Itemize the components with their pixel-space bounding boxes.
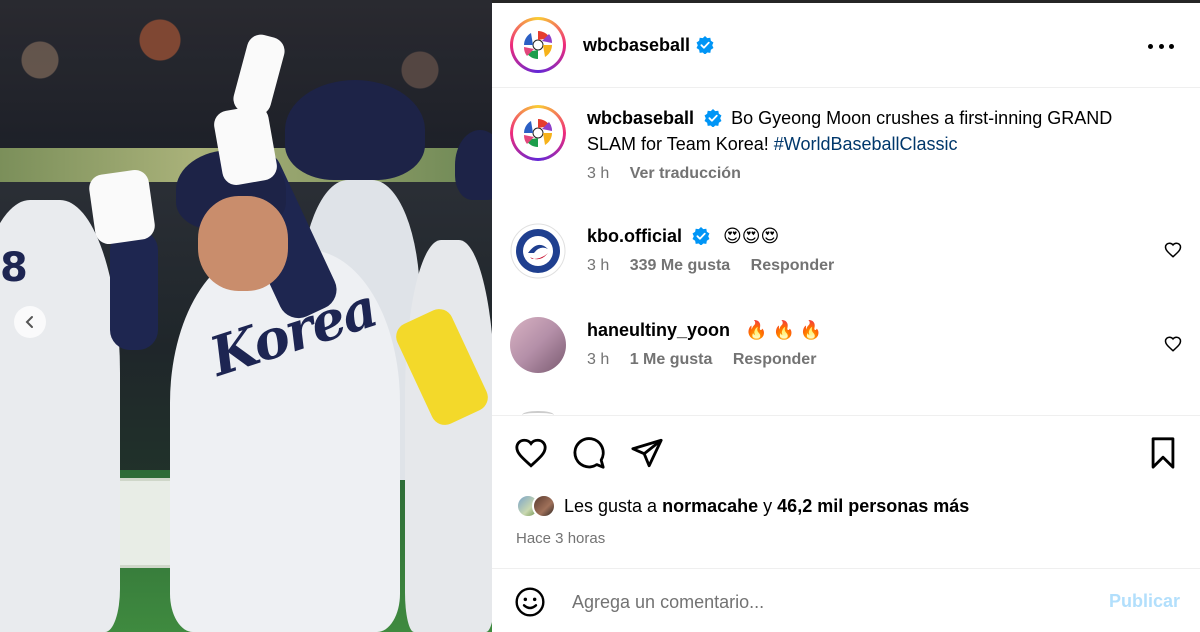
comment-time[interactable]: 3 h (587, 351, 609, 368)
reply-button[interactable]: Responder (751, 257, 835, 274)
post-timestamp[interactable]: Hace 3 horas (516, 530, 605, 547)
liked-by-user[interactable]: normacahe (662, 496, 758, 516)
chevron-left-icon (25, 316, 33, 328)
comment-input[interactable] (572, 587, 1072, 617)
comment-composer: Publicar (492, 568, 1200, 632)
instagram-post-view: Korea 8 wbcbaseball wbcbaseball Bo Gyeon… (0, 0, 1200, 632)
heart-icon[interactable] (514, 436, 548, 470)
likes-prefix: Les gusta a (564, 495, 658, 516)
bookmark-icon[interactable] (1146, 436, 1180, 470)
commenter-avatar[interactable] (510, 317, 566, 373)
author-username[interactable]: wbcbaseball (583, 35, 690, 56)
author-avatar[interactable] (510, 17, 566, 73)
verified-badge-icon (704, 109, 722, 127)
commenter-avatar[interactable] (510, 223, 566, 279)
verified-badge-icon (692, 227, 710, 245)
caption-time[interactable]: 3 h (587, 165, 609, 182)
more-options-button[interactable] (1148, 36, 1174, 56)
smiley-icon[interactable] (514, 586, 546, 618)
caption-avatar[interactable] (510, 105, 566, 161)
translate-link[interactable]: Ver traducción (630, 165, 741, 182)
liker-avatar (532, 494, 556, 518)
post-sidebar: wbcbaseball wbcbaseball Bo Gyeong Moon c… (492, 0, 1200, 632)
kbo-logo-icon (510, 223, 566, 279)
comment-time[interactable]: 3 h (587, 257, 609, 274)
more-horizontal-icon (1148, 43, 1153, 49)
commenter-username[interactable]: haneultiny_yoon (587, 320, 730, 340)
post-header: wbcbaseball (492, 3, 1200, 88)
comment-bubble-icon[interactable] (572, 436, 606, 470)
comment-like-heart-icon[interactable] (1164, 335, 1182, 353)
wbc-logo-icon (523, 31, 553, 59)
carousel-prev-button[interactable] (14, 306, 46, 338)
publish-button[interactable]: Publicar (1109, 591, 1180, 612)
caption-hashtag[interactable]: #WorldBaseballClassic (774, 134, 958, 154)
verified-badge-icon (696, 36, 714, 54)
likes-connector: y (763, 495, 773, 516)
commenter-username[interactable]: kbo.official (587, 226, 682, 246)
likes-summary[interactable]: Les gusta a normacahe y 46,2 mil persona… (516, 494, 969, 518)
comment-like-heart-icon[interactable] (1164, 241, 1182, 259)
comment-text: 🔥 🔥 🔥 (745, 320, 823, 340)
comment-likes[interactable]: 1 Me gusta (630, 351, 713, 368)
comment-likes[interactable]: 339 Me gusta (630, 257, 730, 274)
comments-list[interactable]: wbcbaseball Bo Gyeong Moon crushes a fir… (492, 89, 1200, 415)
likes-count[interactable]: 46,2 mil personas más (777, 496, 969, 516)
post-actions: Les gusta a normacahe y 46,2 mil persona… (492, 415, 1200, 568)
send-icon[interactable] (630, 436, 664, 470)
comment-text: 😍😍😍 (723, 226, 780, 246)
post-photo[interactable]: Korea 8 (0, 0, 492, 632)
caption-username[interactable]: wbcbaseball (587, 108, 694, 128)
wbc-logo-icon (523, 119, 553, 147)
reply-button[interactable]: Responder (733, 351, 817, 368)
